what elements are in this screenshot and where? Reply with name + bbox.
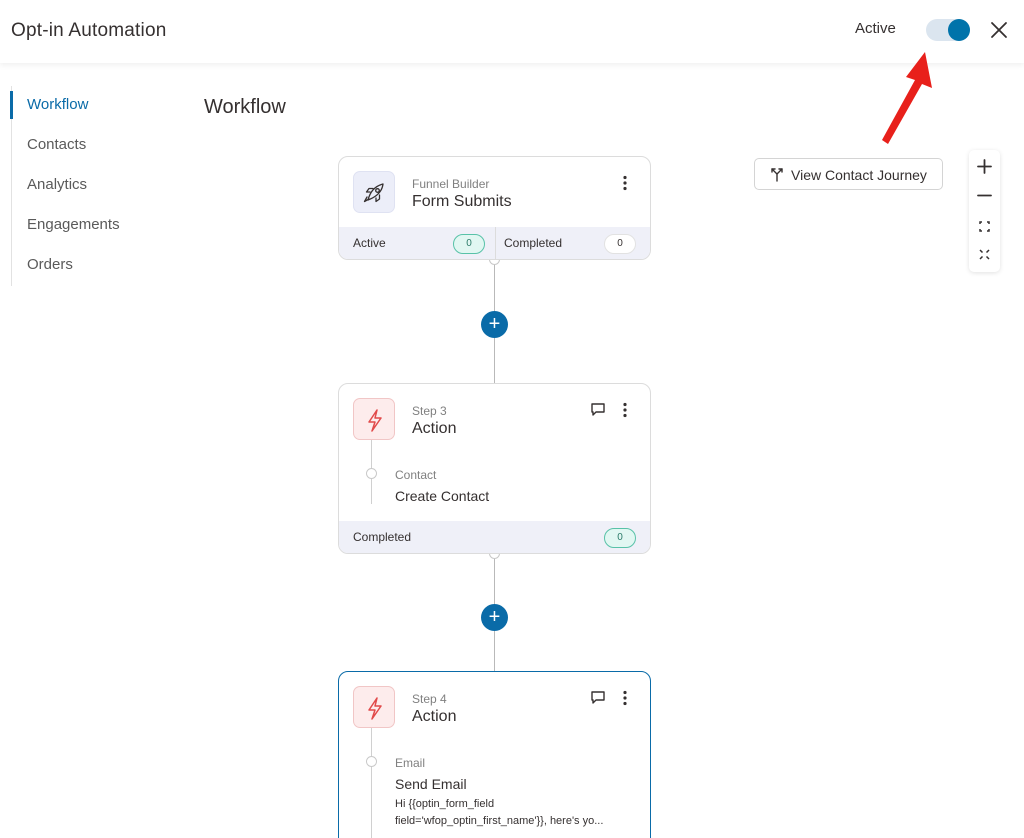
- sidebar-item-analytics[interactable]: Analytics: [12, 166, 151, 206]
- page-header-title: Opt-in Automation: [11, 20, 167, 41]
- active-toggle[interactable]: [926, 19, 970, 41]
- completed-count-label: Completed: [504, 236, 563, 250]
- trigger-menu-button[interactable]: [619, 175, 631, 191]
- rocket-icon: [363, 183, 384, 203]
- close-button[interactable]: [987, 18, 1011, 42]
- sidebar-item-workflow[interactable]: Workflow: [10, 86, 151, 126]
- view-contact-journey-button[interactable]: View Contact Journey: [754, 158, 943, 190]
- active-count-badge: 0: [453, 234, 485, 254]
- sidebar-item-engagements[interactable]: Engagements: [12, 206, 151, 246]
- fit-view-icon: [979, 221, 990, 232]
- view-contact-journey-label: View Contact Journey: [791, 167, 927, 183]
- sidebar-nav: Workflow Contacts Analytics Engagements …: [10, 86, 151, 286]
- step-type: Action: [412, 420, 457, 437]
- kebab-icon: [623, 402, 627, 418]
- fit-view-button[interactable]: [969, 212, 1000, 241]
- completed-count-badge: 0: [604, 528, 636, 548]
- sub-connector: [371, 728, 372, 838]
- plus-icon: [977, 159, 992, 174]
- active-status-label: Active: [855, 20, 896, 37]
- journey-branch-icon: [771, 168, 783, 182]
- step-number: Step 3: [412, 404, 447, 418]
- email-preview-line-2: field='wfop_optin_first_name'}}, here's …: [395, 815, 604, 827]
- step-type: Action: [412, 708, 457, 725]
- action-icon-box: [353, 398, 395, 440]
- trigger-icon-box: [353, 171, 395, 213]
- comment-icon: [591, 691, 605, 704]
- add-step-button[interactable]: +: [481, 311, 508, 338]
- completed-count-badge: 0: [604, 234, 636, 254]
- kebab-icon: [623, 175, 627, 191]
- action-name: Create Contact: [395, 488, 490, 504]
- completed-count-label: Completed: [353, 530, 412, 544]
- step-comment-button[interactable]: [590, 689, 606, 705]
- step-card-3[interactable]: Step 3 Action Contact Create Contact Com…: [338, 383, 651, 554]
- zoom-in-button[interactable]: [969, 152, 1000, 181]
- lightning-icon: [368, 697, 382, 720]
- trigger-card[interactable]: Funnel Builder Form Submits Active 0 Com…: [338, 156, 651, 260]
- active-count-label: Active: [353, 236, 386, 250]
- close-icon: [991, 22, 1007, 38]
- sub-node: [366, 756, 377, 767]
- trigger-name: Form Submits: [412, 193, 512, 210]
- zoom-controls: [969, 150, 1000, 272]
- action-icon-box: [353, 686, 395, 728]
- minus-icon: [977, 194, 992, 197]
- sidebar-item-orders[interactable]: Orders: [12, 246, 151, 286]
- action-category: Email: [395, 756, 426, 770]
- comment-icon: [591, 403, 605, 416]
- step-stats-bar: Completed 0: [339, 521, 650, 553]
- expand-icon: [979, 249, 990, 260]
- toggle-knob: [948, 19, 970, 41]
- annotation-arrow: [882, 52, 932, 144]
- sub-node: [366, 468, 377, 479]
- step-menu-button[interactable]: [619, 690, 631, 706]
- zoom-out-button[interactable]: [969, 181, 1000, 210]
- lightning-icon: [368, 409, 382, 432]
- action-category: Contact: [395, 468, 437, 482]
- sidebar-item-contacts[interactable]: Contacts: [12, 126, 151, 166]
- step-card-4[interactable]: Step 4 Action Email Send Email Hi {{opti…: [338, 671, 651, 838]
- kebab-icon: [623, 690, 627, 706]
- trigger-source: Funnel Builder: [412, 177, 490, 191]
- add-step-button[interactable]: +: [481, 604, 508, 631]
- fullscreen-button[interactable]: [969, 240, 1000, 269]
- workflow-title: Workflow: [204, 96, 286, 118]
- step-menu-button[interactable]: [619, 402, 631, 418]
- trigger-stats-bar: Active 0 Completed 0: [339, 227, 650, 259]
- step-number: Step 4: [412, 692, 447, 706]
- email-preview-line-1: Hi {{optin_form_field: [395, 798, 495, 810]
- action-name: Send Email: [395, 776, 467, 792]
- step-comment-button[interactable]: [590, 401, 606, 417]
- stats-divider: [495, 227, 496, 259]
